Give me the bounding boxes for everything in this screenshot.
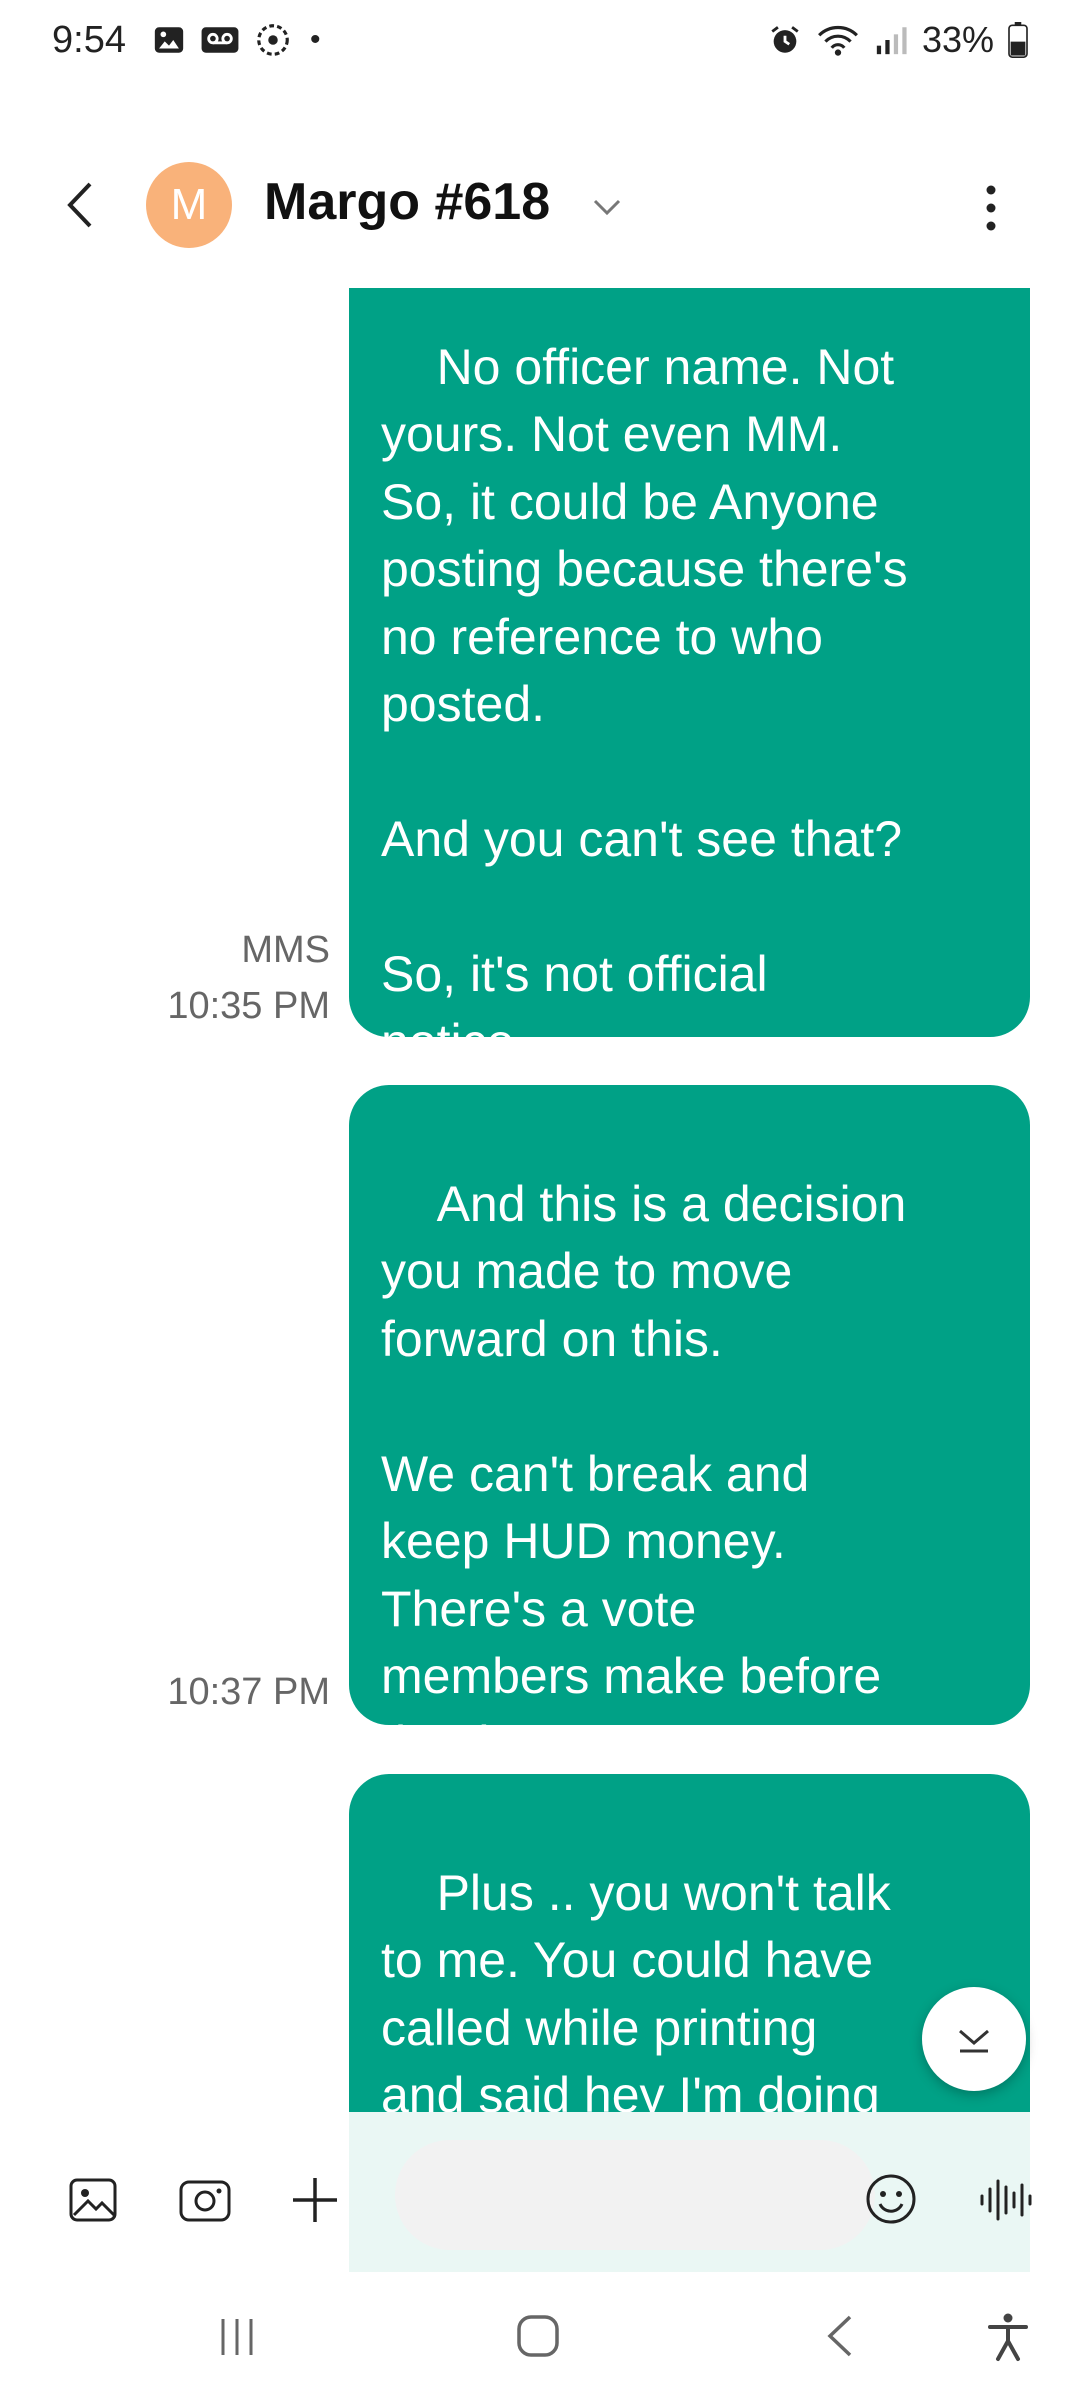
camera-icon (179, 2180, 231, 2222)
message-type-label: MMS (241, 929, 330, 971)
sync-icon (254, 21, 292, 59)
waveform-icon (980, 2179, 1032, 2221)
message-text: Plus .. you won't talk to me. You could … (381, 1864, 891, 2115)
status-bar: 9:54 • 33% (0, 0, 1080, 80)
message-list[interactable]: No officer name. Not yours. Not even MM.… (0, 288, 1080, 2114)
attach-button[interactable] (290, 2175, 340, 2230)
message-text: No officer name. Not yours. Not even MM.… (381, 338, 908, 1070)
back-button[interactable] (58, 180, 108, 230)
message-bubble[interactable]: And this is a decision you made to move … (349, 1085, 1030, 1772)
wifi-icon (816, 22, 860, 58)
voice-record-button[interactable] (978, 2175, 1032, 2230)
battery-icon (1008, 22, 1028, 58)
recent-apps-icon (221, 2319, 253, 2355)
home-button[interactable] (515, 2313, 561, 2364)
scroll-to-bottom-button[interactable] (922, 1987, 1026, 2091)
recent-apps-button[interactable] (215, 2315, 259, 2364)
avatar[interactable]: M (146, 162, 232, 248)
chevron-down-icon (959, 2029, 989, 2053)
image-icon (69, 2178, 117, 2222)
notification-dot-icon: • (309, 23, 321, 56)
gallery-button[interactable] (68, 2175, 118, 2230)
camera-button[interactable] (178, 2175, 232, 2230)
accessibility-button[interactable] (985, 2312, 1031, 2367)
alarm-icon (768, 23, 802, 57)
emoji-button[interactable] (864, 2172, 918, 2231)
back-nav-button[interactable] (822, 2313, 858, 2364)
back-icon (827, 2315, 852, 2357)
avatar-initial: M (170, 180, 208, 229)
voicemail-icon (200, 23, 240, 57)
emoji-icon (866, 2174, 916, 2224)
battery-percentage: 33% (921, 19, 994, 60)
contact-details-toggle[interactable] (590, 190, 624, 224)
status-bar-right: 33% (768, 19, 1028, 61)
gallery-icon (152, 23, 186, 57)
message-timestamp: 10:35 PM (167, 985, 330, 1027)
status-bar-left: 9:54 • (52, 19, 320, 62)
more-vertical-icon (986, 185, 996, 231)
status-time: 9:54 (52, 18, 126, 61)
message-input[interactable] (395, 2140, 875, 2250)
conversation-header: M Margo #618 (0, 150, 1080, 260)
home-icon (517, 2315, 559, 2357)
message-bubble[interactable]: No officer name. Not yours. Not even MM.… (349, 288, 1030, 1070)
chevron-left-icon (67, 182, 92, 228)
accessibility-icon (988, 2313, 1028, 2361)
plus-icon (293, 2178, 337, 2222)
message-timestamp: 10:37 PM (167, 1671, 330, 1713)
chevron-down-icon (593, 199, 621, 216)
message-text: And this is a decision you made to move … (381, 1175, 907, 1772)
system-nav-bar (0, 2282, 1080, 2400)
more-options-button[interactable] (966, 180, 1016, 236)
contact-name[interactable]: Margo #618 (264, 172, 550, 232)
signal-icon (874, 23, 908, 57)
